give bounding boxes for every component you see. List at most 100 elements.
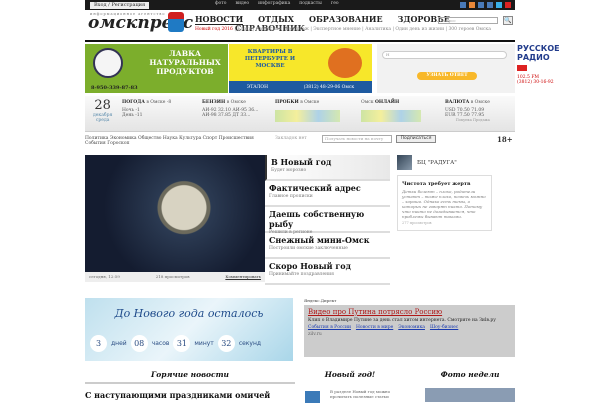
etalon-brand: ЭТАЛОН [246, 84, 269, 90]
logo-santa-hat-icon [168, 12, 184, 32]
banner-etalon[interactable]: КВАРТИРЫ В ПЕТЕРБУРГЕ И МОСКВЕ ЭТАЛОН (38… [229, 44, 372, 93]
list-item[interactable]: Фактический адрес Главное прописки [265, 181, 390, 207]
youtube-icon [517, 65, 527, 71]
opera-icon[interactable] [505, 2, 511, 8]
traffic-map[interactable] [275, 110, 340, 122]
partner-block: БЦ "РАДУГА" Чистота требует жертв Детки … [397, 155, 515, 231]
countdown-seconds: 32 [217, 335, 235, 352]
hot-news-item[interactable]: С наступающими праздниками омичей [85, 390, 270, 400]
weather-city: в Омске [146, 100, 166, 105]
currency-widget[interactable]: ВАЛЮТА в Омске USD 70.50 71.09 EUR 77.50… [445, 100, 490, 122]
subscribe-email-input[interactable]: Получать новости на почту [322, 135, 392, 143]
list-item[interactable]: Даешь собственную рыбу Решили в регионе [265, 207, 390, 235]
traffic-widget[interactable]: ПРОБКИ в Омске [275, 100, 319, 105]
countdown-seconds-label: секунд [238, 340, 262, 347]
list-item-title: В Новый год [271, 157, 332, 167]
search-input[interactable]: Запрос [438, 17, 498, 24]
partner-name[interactable]: БЦ "РАДУГА" [417, 160, 457, 166]
ad-label: Яндекс.Директ [304, 298, 337, 303]
facebook-icon[interactable] [460, 2, 466, 8]
partner-article-views: 277 просмотров [402, 221, 432, 225]
ad-link[interactable]: Экономика [398, 325, 425, 330]
ask-button[interactable]: УЗНАТЬ ОТВЕТ [417, 72, 477, 80]
list-item[interactable]: Снежный мини-Омск Построили омские заключ… [265, 233, 390, 259]
link-photo[interactable]: фото [215, 1, 226, 6]
online-widget[interactable]: Омск ОНЛАЙН [361, 100, 399, 105]
rss-icon[interactable] [469, 2, 475, 8]
main-nav: НОВОСТИ ОТДЫХ ОБРАЗОВАНИЕ ЗДОРОВЬЕ [195, 14, 450, 25]
banner-etalon-text: КВАРТИРЫ В ПЕТЕРБУРГЕ И МОСКВЕ [244, 49, 296, 69]
sub-nav-links[interactable]: Блоги | Авторские | Репортаж | Экспертно… [237, 27, 491, 32]
ok-icon[interactable] [487, 2, 493, 8]
list-item-sub: Главное прописки [269, 194, 313, 199]
fuel-ai98: АИ-98 37.85 [202, 113, 231, 118]
link-video[interactable]: видео [235, 1, 249, 6]
banner-lavka-phone: 8-950-339-87-83 [91, 85, 138, 91]
fuel-title: БЕНЗИН [202, 100, 226, 105]
link-geo[interactable]: гео [331, 1, 339, 6]
twitter-icon[interactable] [496, 2, 502, 8]
banner-ask: Н УЗНАТЬ ОТВЕТ [377, 44, 515, 93]
partner-article-text: Детки болеют – плохо, родители устают – … [402, 189, 486, 219]
banner-lavka-text: ЛАВКА НАТУРАЛЬНЫХ ПРОДУКТОВ [149, 49, 221, 76]
fuel-city: в Омске [226, 100, 246, 105]
newyear-thumbnail[interactable] [305, 391, 320, 403]
header-divider [85, 40, 515, 42]
list-item-title: Скоро Новый год [269, 261, 351, 271]
link-infographics[interactable]: инфографика [258, 1, 290, 6]
online-title: ОНЛАЙН [374, 100, 400, 105]
subscribe-button[interactable]: Подписаться [396, 135, 436, 143]
countdown-days-label: дней [111, 340, 127, 347]
photo-caption: сегодня, 12:59 218 просмотров Комментиро… [85, 272, 265, 282]
weather-widget[interactable]: ПОГОДА в Омске -8 Ночь -1 День -11 [122, 100, 171, 118]
ad-link[interactable]: События в России [308, 325, 351, 330]
newyear-text: В разделе Новый год можно прочитать поле… [330, 389, 391, 399]
vk-icon[interactable] [478, 2, 484, 8]
partner-image[interactable] [397, 155, 412, 170]
list-item-sub: Будет морозно [271, 168, 307, 173]
traffic-city: в Омске [300, 100, 320, 105]
bookmarks-status: Закладок нет [275, 136, 307, 141]
fuel-widget[interactable]: БЕНЗИН в Омске АИ-92 32.10 АИ-95 36... А… [202, 100, 258, 118]
banner-etalon-bar: ЭТАЛОН (3812) 48-29-06 Омск [229, 81, 372, 93]
currency-footer: Покупка Продажа [455, 118, 490, 122]
countdown-days: 3 [90, 335, 107, 352]
list-item-title: Фактический адрес [269, 183, 361, 193]
online-pre: Омск [361, 100, 374, 105]
countdown-hours: 08 [130, 335, 148, 352]
online-map[interactable] [361, 110, 421, 122]
radio-logo: РУССКОЕ РАДИО [517, 44, 560, 62]
countdown-minutes-label: минут [194, 340, 214, 347]
ad-link[interactable]: Шоу-бизнес [430, 325, 458, 330]
partner-article[interactable]: Чистота требует жертв Детки болеют – пло… [397, 175, 492, 231]
sub-nav-newyear[interactable]: Новый год 2016 [195, 27, 233, 32]
ask-input[interactable]: Н [382, 51, 507, 59]
rubric-links[interactable]: Политика Экономика Общество Наука Культу… [85, 136, 275, 146]
list-item[interactable]: Скоро Новый год Принимайте поздравления [265, 259, 390, 285]
ad-title-link[interactable]: Видео про Путина потрясло Россию [308, 308, 442, 316]
currency-title: ВАЛЮТА [445, 100, 470, 105]
nav-education[interactable]: ОБРАЗОВАНИЕ [309, 14, 383, 25]
search-button[interactable]: 🔍 [503, 16, 513, 25]
ad-domain: zilv.ru [308, 332, 322, 337]
list-item[interactable]: В Новый год Будет морозно [265, 155, 390, 181]
ad-link[interactable]: Новости в мире [356, 325, 393, 330]
media-links: фото видео инфографика подкасты гео [215, 1, 339, 6]
banner-russkoe-radio[interactable]: РУССКОЕ РАДИО 102.5 FM (3812) 30-16-92 [517, 44, 577, 85]
list-item-sub: Построили омские заключенные [269, 246, 348, 251]
cat-mascot-icon [328, 48, 362, 78]
photo-week-heading: Фото недели [440, 370, 500, 379]
social-icons [460, 2, 511, 8]
list-item-sub: Принимайте поздравления [269, 272, 334, 277]
comment-link[interactable]: Комментировать [225, 274, 261, 280]
top-news-list: В Новый год Будет морозно Фактический адр… [265, 155, 390, 285]
ad-box[interactable]: Видео про Путина потрясло Россию Клип о … [304, 305, 515, 357]
sub-nav: Новый год 2016 | Блоги | Авторские | Реп… [195, 27, 491, 32]
tree-logo-icon [93, 48, 123, 78]
link-podcasts[interactable]: подкасты [299, 1, 322, 6]
weather-day: День -11 [122, 113, 143, 118]
banner-lavka[interactable]: ЛАВКА НАТУРАЛЬНЫХ ПРОДУКТОВ 8-950-339-87… [85, 44, 228, 93]
login-button[interactable]: Вход / Регистрация [90, 2, 150, 9]
etalon-phone: (3812) 48-29-06 Омск [303, 84, 355, 90]
main-photo-clock[interactable] [85, 155, 265, 272]
